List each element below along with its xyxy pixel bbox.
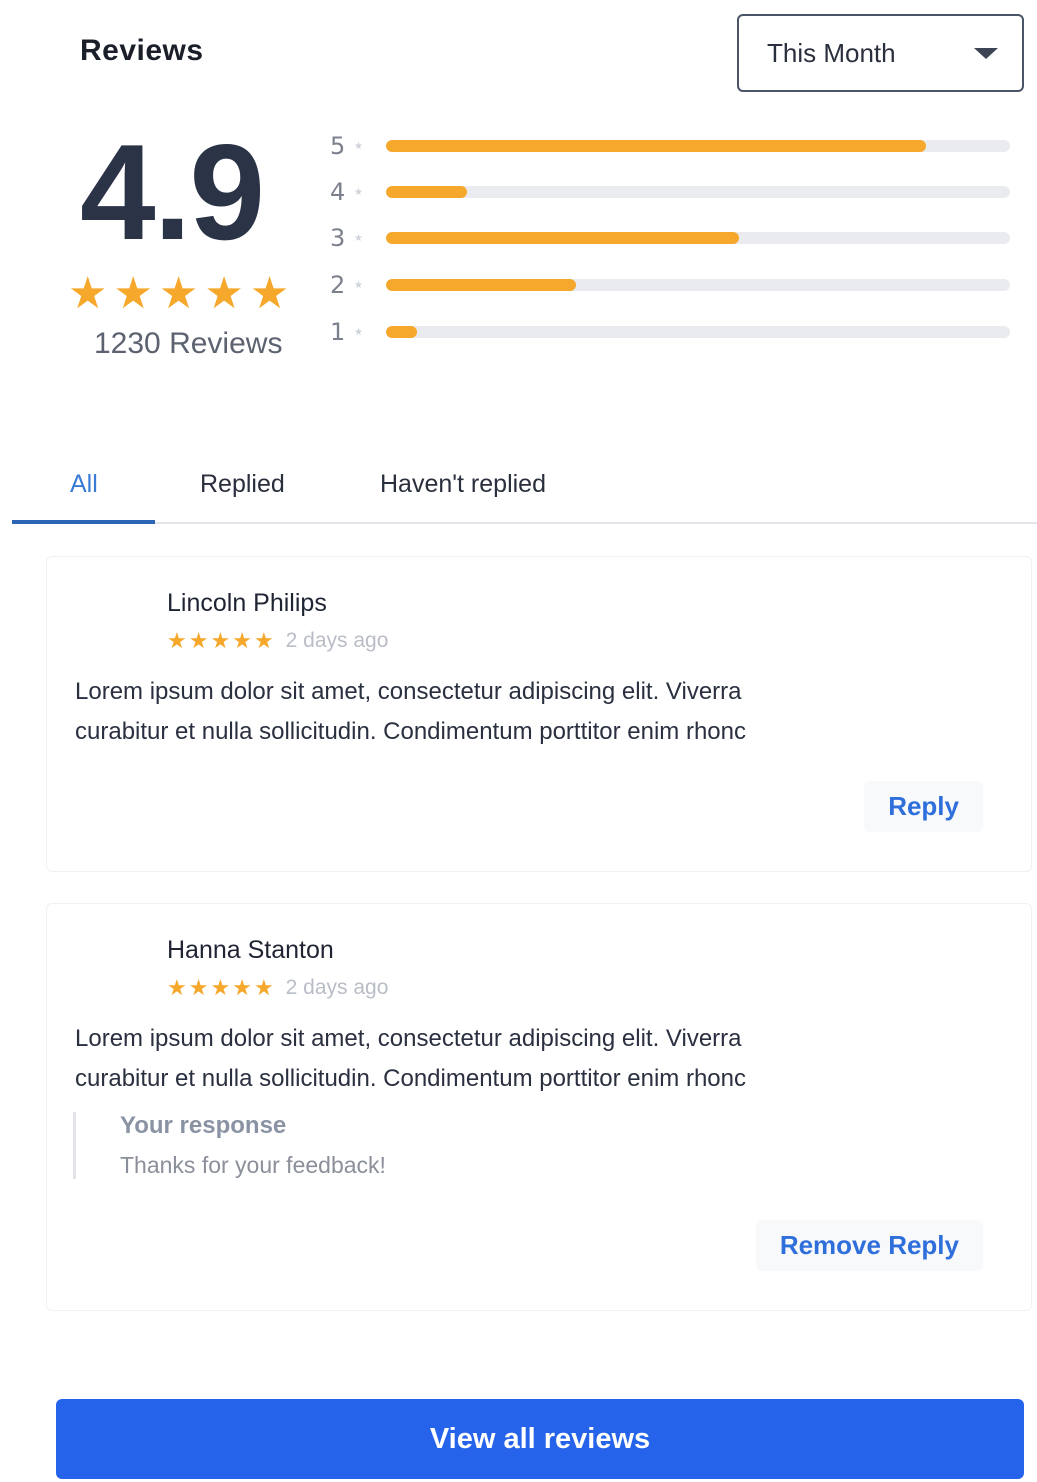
star-icon: ★	[354, 140, 363, 152]
star-icon: ★	[188, 628, 209, 653]
rating-row-2: 2 ★	[330, 267, 1012, 303]
rating-row-label: 4	[330, 178, 346, 206]
average-rating-stars: ★ ★ ★ ★ ★	[68, 272, 289, 316]
period-dropdown[interactable]: This Month	[737, 14, 1024, 92]
review-count: 1230 Reviews	[94, 327, 283, 360]
review-author: Hanna Stanton	[167, 936, 334, 964]
rating-row-1: 1 ★	[330, 314, 1012, 350]
star-icon: ★	[158, 269, 199, 318]
view-all-reviews-button[interactable]: View all reviews	[56, 1399, 1024, 1479]
star-icon: ★	[354, 326, 363, 338]
star-icon: ★	[167, 628, 187, 653]
rating-row-4: 4 ★	[330, 174, 1012, 210]
rating-row-label: 3	[330, 224, 346, 252]
rating-row-5: 5 ★	[330, 128, 1012, 164]
star-icon: ★	[253, 975, 274, 1000]
reviews-title: Reviews	[80, 34, 204, 67]
review-tabs: All Replied Haven't replied	[12, 460, 1037, 524]
star-icon: ★	[68, 269, 108, 318]
tabs-divider	[12, 522, 1037, 524]
rating-bar-fill	[386, 232, 739, 244]
review-text-line: Lorem ipsum dolor sit amet, consectetur …	[75, 1025, 742, 1052]
active-tab-indicator	[12, 520, 155, 524]
review-time: 2 days ago	[285, 976, 389, 999]
rating-bar-track	[386, 326, 1010, 338]
rating-bar-track	[386, 140, 1010, 152]
rating-bar-fill	[386, 326, 418, 338]
star-icon: ★	[354, 232, 363, 244]
star-icon: ★	[210, 628, 231, 653]
star-icon: ★	[188, 975, 209, 1000]
average-rating: 4.9	[80, 116, 265, 268]
tab-all[interactable]: All	[70, 470, 98, 499]
review-text: Lorem ipsum dolor sit amet, consectetur …	[75, 1019, 915, 1099]
review-author: Lincoln Philips	[167, 589, 327, 617]
review-card: Lincoln Philips ★ ★ ★ ★ ★ 2 days ago Lor…	[46, 556, 1032, 872]
star-icon: ★	[249, 269, 290, 318]
rating-row-label: 5	[330, 132, 346, 160]
star-icon: ★	[167, 975, 187, 1000]
review-meta: ★ ★ ★ ★ ★ 2 days ago	[167, 629, 388, 653]
star-icon: ★	[354, 279, 363, 291]
rating-row-label: 1	[330, 318, 346, 346]
review-meta: ★ ★ ★ ★ ★ 2 days ago	[167, 976, 388, 1000]
rating-row-label: 2	[330, 271, 346, 299]
star-icon: ★	[204, 269, 244, 318]
review-time: 2 days ago	[285, 629, 389, 652]
rating-bar-track	[386, 232, 1010, 244]
tab-replied[interactable]: Replied	[200, 470, 285, 499]
reply-button[interactable]: Reply	[864, 781, 983, 832]
rating-bar-fill	[386, 279, 577, 291]
star-icon: ★	[354, 186, 363, 198]
review-text-line: Lorem ipsum dolor sit amet, consectetur …	[75, 678, 742, 705]
period-dropdown-value: This Month	[767, 37, 896, 68]
caret-down-icon	[974, 47, 998, 59]
star-icon: ★	[113, 269, 153, 318]
response-label: Your response	[120, 1112, 287, 1139]
response-text: Thanks for your feedback!	[120, 1152, 386, 1178]
star-icon: ★	[210, 975, 231, 1000]
rating-bar-fill	[386, 140, 926, 152]
review-text: Lorem ipsum dolor sit amet, consectetur …	[75, 672, 915, 752]
review-text-line: curabitur et nulla sollicitudin. Condime…	[75, 718, 746, 745]
star-icon: ★	[232, 975, 252, 1000]
review-text-line: curabitur et nulla sollicitudin. Condime…	[75, 1065, 746, 1092]
review-response: Your response Thanks for your feedback!	[73, 1112, 673, 1179]
rating-bar-fill	[386, 186, 468, 198]
rating-bar-track	[386, 279, 1010, 291]
star-icon: ★	[232, 628, 252, 653]
remove-reply-button[interactable]: Remove Reply	[755, 1220, 983, 1271]
rating-row-3: 3 ★	[330, 220, 1012, 256]
tab-havent-replied[interactable]: Haven't replied	[380, 470, 546, 499]
review-card: Hanna Stanton ★ ★ ★ ★ ★ 2 days ago Lorem…	[46, 903, 1032, 1311]
rating-bar-track	[386, 186, 1010, 198]
star-icon: ★	[253, 628, 274, 653]
